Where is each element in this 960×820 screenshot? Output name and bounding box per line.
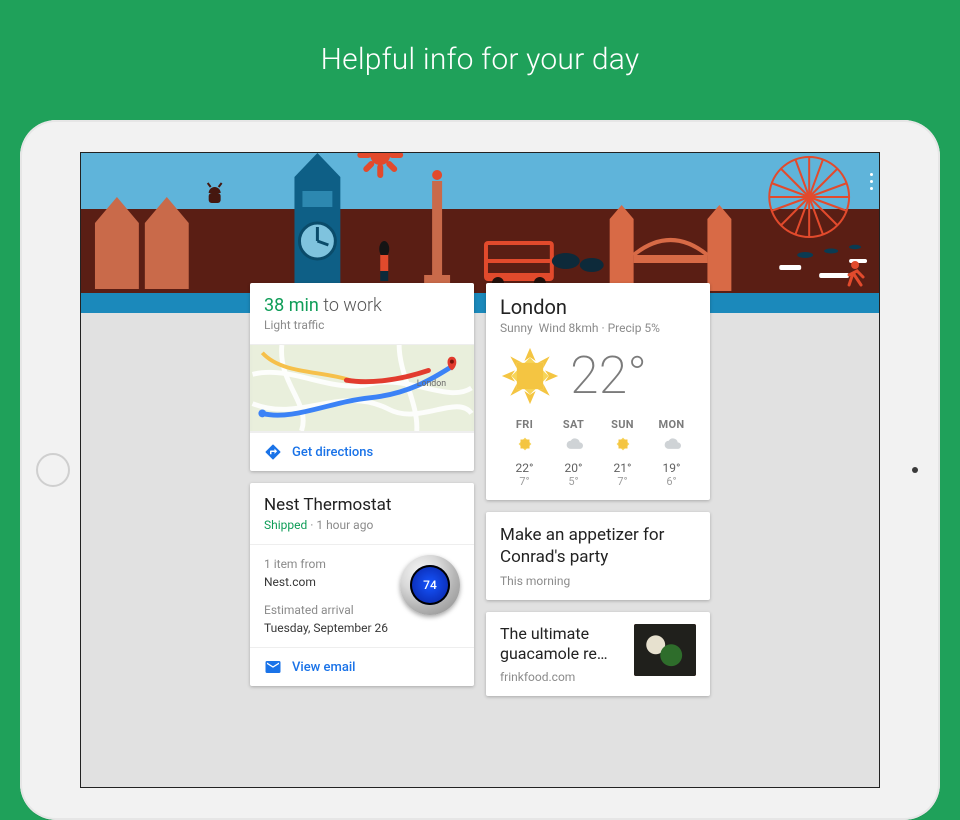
right-column: London Sunny Wind 8kmh · Precip 5%	[486, 283, 710, 696]
weather-details: Wind 8kmh · Precip 5%	[539, 321, 660, 335]
forecast-lo: 7°	[598, 475, 647, 488]
commute-card[interactable]: 38 min to work Light traffic	[250, 283, 474, 471]
email-icon	[264, 658, 282, 676]
left-column: 38 min to work Light traffic	[250, 283, 474, 686]
cloud-small-icon	[565, 435, 583, 453]
overflow-menu-icon[interactable]	[870, 173, 873, 190]
weather-temp: 22°	[570, 345, 647, 406]
tablet-frame: 38 min to work Light traffic	[20, 120, 940, 820]
forecast-day: MON 19° 6°	[647, 418, 696, 488]
article-card[interactable]: The ultimate guacamole re… frinkfood.com	[486, 612, 710, 696]
commute-dest: to work	[319, 295, 382, 316]
weather-city: London	[500, 295, 696, 319]
cloud-small-icon	[663, 435, 681, 453]
commute-title: 38 min to work	[264, 295, 460, 316]
package-body: 1 item from Nest.com Estimated arrival T…	[250, 544, 474, 647]
forecast-day-label: SUN	[598, 418, 647, 431]
commute-action-link[interactable]: Get directions	[292, 445, 373, 460]
sun-icon	[500, 346, 560, 406]
commute-action-row[interactable]: Get directions	[250, 432, 474, 471]
forecast-hi: 22°	[500, 461, 549, 475]
package-eta-value: Tuesday, September 26	[264, 619, 390, 637]
commute-time: 38 min	[264, 295, 319, 316]
package-title: Nest Thermostat	[264, 495, 460, 515]
reminder-card[interactable]: Make an appetizer for Conrad's party Thi…	[486, 512, 710, 600]
package-status-value: Shipped	[264, 518, 307, 532]
sun-small-icon	[516, 435, 534, 453]
weather-condition: Sunny	[500, 321, 533, 335]
package-card[interactable]: Nest Thermostat Shipped · 1 hour ago 1 i…	[250, 483, 474, 686]
thermostat-image: 74	[400, 555, 460, 615]
cards-container: 38 min to work Light traffic	[81, 283, 879, 787]
package-eta-label: Estimated arrival	[264, 601, 390, 619]
reminder-title: Make an appetizer for Conrad's party	[500, 524, 696, 568]
forecast-day: SAT 20° 5°	[549, 418, 598, 488]
commute-subtitle: Light traffic	[264, 318, 460, 332]
package-status: Shipped · 1 hour ago	[264, 518, 460, 532]
forecast-day: FRI 22° 7°	[500, 418, 549, 488]
forecast-day-label: FRI	[500, 418, 549, 431]
article-thumbnail	[634, 624, 696, 676]
thermostat-temp: 74	[410, 565, 450, 605]
forecast-lo: 5°	[549, 475, 598, 488]
forecast-day: SUN 21° 7°	[598, 418, 647, 488]
forecast-day-label: SAT	[549, 418, 598, 431]
package-action-link[interactable]: View email	[292, 660, 355, 675]
forecast-hi: 21°	[598, 461, 647, 475]
reminder-when: This morning	[500, 574, 696, 588]
article-source: frinkfood.com	[500, 670, 624, 684]
commute-map[interactable]: London	[250, 344, 474, 432]
map-illustration: London	[250, 345, 474, 431]
article-title: The ultimate guacamole re…	[500, 624, 624, 664]
directions-icon	[264, 443, 282, 461]
home-button[interactable]	[36, 453, 70, 487]
weather-card[interactable]: London Sunny Wind 8kmh · Precip 5%	[486, 283, 710, 500]
package-status-time: · 1 hour ago	[307, 518, 373, 532]
package-items-line: 1 item from	[264, 555, 390, 573]
forecast-lo: 6°	[647, 475, 696, 488]
app-screen: 38 min to work Light traffic	[80, 152, 880, 788]
forecast-hi: 19°	[647, 461, 696, 475]
sun-small-icon	[614, 435, 632, 453]
map-city-label: London	[417, 379, 447, 389]
forecast-day-label: MON	[647, 418, 696, 431]
weather-subtitle: Sunny Wind 8kmh · Precip 5%	[500, 321, 696, 335]
forecast-hi: 20°	[549, 461, 598, 475]
package-action-row[interactable]: View email	[250, 647, 474, 686]
hero-title: Helpful info for your day	[0, 0, 960, 77]
package-merchant: Nest.com	[264, 573, 390, 591]
weather-forecast: FRI 22° 7° SAT 20° 5°	[500, 418, 696, 488]
forecast-lo: 7°	[500, 475, 549, 488]
front-camera	[912, 467, 918, 473]
